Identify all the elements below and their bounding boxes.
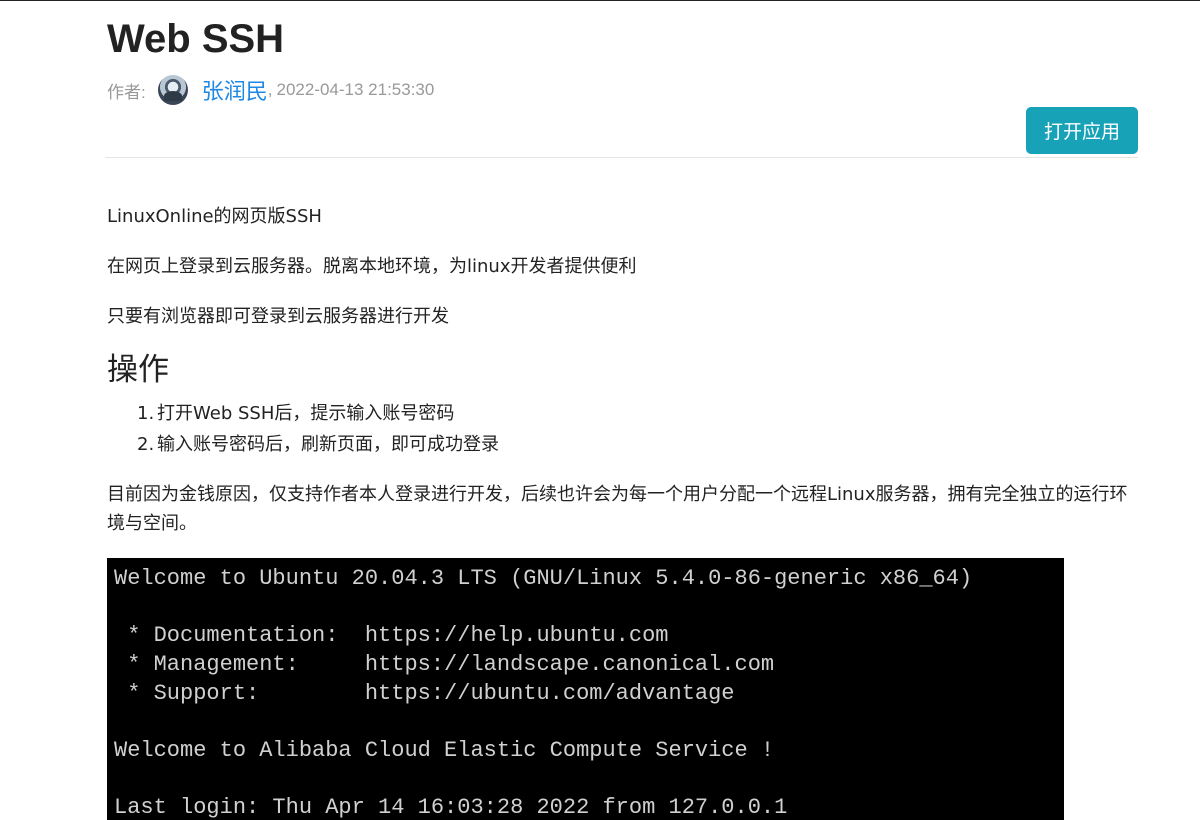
- terminal-line: Welcome to Alibaba Cloud Elastic Compute…: [114, 738, 775, 763]
- steps-list: 1. 打开Web SSH后，提示输入账号密码 2. 输入账号密码后，刷新页面，即…: [137, 398, 499, 460]
- publish-date: 2022-04-13 21:53:30: [276, 80, 435, 99]
- step-text: 输入账号密码后，刷新页面，即可成功登录: [157, 434, 499, 455]
- terminal-line: Welcome to Ubuntu 20.04.3 LTS (GNU/Linux…: [114, 566, 973, 591]
- section-heading: 操作: [107, 352, 169, 388]
- paragraph-description: 在网页上登录到云服务器。脱离本地环境，为linux开发者提供便利: [107, 256, 637, 277]
- author-link[interactable]: 张润民: [202, 74, 268, 106]
- list-item: 2. 输入账号密码后，刷新页面，即可成功登录: [137, 429, 499, 460]
- paragraph-intro: LinuxOnline的网页版SSH: [107, 206, 322, 227]
- author-label: 作者:: [107, 82, 146, 102]
- step-number: 2.: [137, 434, 155, 455]
- terminal-line: Last login: Thu Apr 14 16:03:28 2022 fro…: [114, 795, 788, 820]
- avatar[interactable]: [157, 75, 188, 105]
- divider: [105, 157, 1138, 158]
- step-number: 1.: [137, 403, 155, 424]
- open-app-button[interactable]: 打开应用: [1026, 107, 1138, 154]
- terminal-line: * Management: https://landscape.canonica…: [114, 652, 775, 677]
- terminal-screenshot: Welcome to Ubuntu 20.04.3 LTS (GNU/Linux…: [107, 558, 1064, 820]
- step-text: 打开Web SSH后，提示输入账号密码: [157, 403, 455, 424]
- list-item: 1. 打开Web SSH后，提示输入账号密码: [137, 398, 499, 429]
- terminal-line: * Documentation: https://help.ubuntu.com: [114, 623, 669, 648]
- top-border: [0, 0, 1200, 1]
- page-title: Web SSH: [107, 17, 285, 61]
- paragraph-requirement: 只要有浏览器即可登录到云服务器进行开发: [107, 306, 449, 327]
- article-meta: 作者: 张润民 , 2022-04-13 21:53:30: [107, 74, 434, 106]
- date-separator: ,: [267, 80, 273, 99]
- terminal-line: * Support: https://ubuntu.com/advantage: [114, 681, 735, 706]
- paragraph-note: 目前因为金钱原因，仅支持作者本人登录进行开发，后续也许会为每一个用户分配一个远程…: [107, 484, 1128, 534]
